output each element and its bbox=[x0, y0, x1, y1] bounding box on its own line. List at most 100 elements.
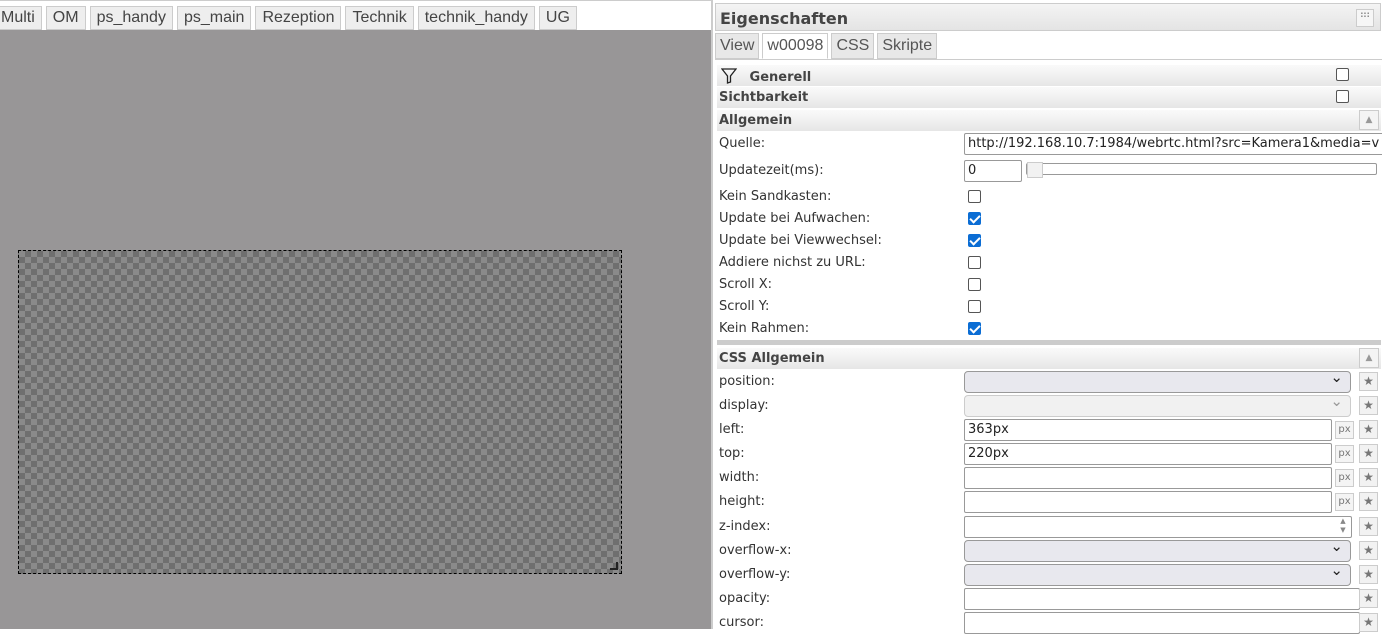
star-icon[interactable]: ★ bbox=[1359, 396, 1378, 415]
overflow-x-select[interactable] bbox=[964, 537, 1351, 562]
width-label: width: bbox=[719, 470, 760, 485]
row-checkbox-option: Kein Sandkasten: bbox=[719, 186, 1379, 208]
star-icon[interactable]: ★ bbox=[1359, 541, 1378, 560]
view-tab-multi[interactable]: Multi bbox=[0, 6, 42, 30]
row-checkbox-option: Update bei Aufwachen: bbox=[719, 208, 1379, 230]
view-tab-rezeption[interactable]: Rezeption bbox=[255, 6, 342, 30]
top-label: top: bbox=[719, 446, 745, 461]
unit-button[interactable]: px bbox=[1335, 445, 1354, 463]
height-input[interactable] bbox=[964, 491, 1332, 513]
filter-icon[interactable] bbox=[720, 68, 738, 84]
position-label: position: bbox=[719, 374, 775, 389]
tab-view[interactable]: View bbox=[715, 33, 760, 59]
opacity-input[interactable] bbox=[964, 588, 1360, 610]
option-label: Addiere nichst zu URL: bbox=[719, 255, 866, 270]
z-index-input[interactable] bbox=[964, 516, 1352, 538]
section-generell-label: Generell bbox=[749, 70, 812, 85]
overflow-y-label: overflow-y: bbox=[719, 567, 791, 582]
option-checkbox[interactable] bbox=[968, 234, 981, 247]
selected-iframe-widget[interactable] bbox=[18, 250, 622, 574]
star-icon[interactable]: ★ bbox=[1359, 589, 1378, 608]
section-sichtbarkeit[interactable]: Sichtbarkeit bbox=[717, 87, 1381, 108]
updatezeit-input[interactable]: 0 bbox=[964, 160, 1022, 182]
cursor-input[interactable] bbox=[964, 612, 1360, 634]
row-display: display: ★ bbox=[719, 392, 1379, 417]
option-label: Scroll Y: bbox=[719, 299, 770, 314]
overflow-y-select[interactable] bbox=[964, 561, 1351, 586]
updatezeit-label: Updatezeit(ms): bbox=[719, 163, 824, 178]
quelle-label: Quelle: bbox=[719, 136, 766, 151]
star-icon[interactable]: ★ bbox=[1359, 565, 1378, 584]
top-input[interactable]: 220px bbox=[964, 443, 1332, 465]
tab-widget[interactable]: w00098 bbox=[762, 33, 829, 59]
collapse-icon[interactable]: ▲ bbox=[1359, 110, 1379, 130]
tab-css[interactable]: CSS bbox=[831, 33, 875, 59]
star-icon[interactable]: ★ bbox=[1359, 420, 1378, 439]
width-input[interactable] bbox=[964, 467, 1332, 489]
properties-panel: Eigenschaften::: View w00098 CSS Skripte… bbox=[711, 0, 1382, 634]
option-checkbox[interactable] bbox=[968, 190, 981, 203]
section-generell[interactable]: Generell bbox=[717, 65, 1381, 86]
section-css-allgemein-label: CSS Allgemein bbox=[719, 351, 825, 366]
star-icon[interactable]: ★ bbox=[1359, 613, 1378, 632]
overflow-x-label: overflow-x: bbox=[719, 543, 792, 558]
collapse-icon[interactable]: ▲ bbox=[1359, 348, 1379, 368]
view-tab-ps-main[interactable]: ps_main bbox=[176, 6, 252, 30]
updatezeit-slider[interactable] bbox=[1026, 162, 1377, 178]
view-tab-technik-handy[interactable]: technik_handy bbox=[417, 6, 535, 30]
row-position: position: ★ bbox=[719, 368, 1379, 393]
tab-skripte[interactable]: Skripte bbox=[877, 33, 938, 59]
cursor-label: cursor: bbox=[719, 615, 764, 630]
star-icon[interactable]: ★ bbox=[1359, 517, 1378, 536]
spinner-icon[interactable]: ▲ ▼ bbox=[1336, 517, 1350, 537]
row-width: width: px ★ bbox=[719, 467, 1379, 489]
view-tab-technik[interactable]: Technik bbox=[345, 6, 414, 30]
row-checkbox-option: Update bei Viewwechsel: bbox=[719, 230, 1379, 252]
row-checkbox-option: Addiere nichst zu URL: bbox=[719, 252, 1379, 274]
option-checkbox[interactable] bbox=[968, 300, 981, 313]
view-tab-ug[interactable]: UG bbox=[538, 6, 577, 30]
view-tab-bar: Multi OM ps_handy ps_main Rezeption Tech… bbox=[0, 0, 711, 30]
panel-title: Eigenschaften::: bbox=[715, 3, 1381, 31]
generell-checkbox[interactable] bbox=[1336, 68, 1349, 81]
divider bbox=[717, 340, 1381, 345]
sichtbarkeit-checkbox[interactable] bbox=[1336, 90, 1349, 103]
star-icon[interactable]: ★ bbox=[1359, 492, 1378, 511]
unit-button[interactable]: px bbox=[1335, 421, 1354, 439]
view-tab-ps-handy[interactable]: ps_handy bbox=[89, 6, 173, 30]
star-icon[interactable]: ★ bbox=[1359, 444, 1378, 463]
panel-menu-button[interactable]: ::: bbox=[1356, 9, 1374, 27]
display-select[interactable] bbox=[964, 392, 1351, 417]
left-input[interactable]: 363px bbox=[964, 419, 1332, 441]
row-overflow-y: overflow-y: ★ bbox=[719, 561, 1379, 586]
row-checkbox-option: Kein Rahmen: bbox=[719, 318, 1379, 340]
section-allgemein-label: Allgemein bbox=[719, 113, 793, 128]
resize-handle[interactable] bbox=[610, 562, 618, 570]
option-checkbox[interactable] bbox=[968, 322, 981, 335]
option-label: Scroll X: bbox=[719, 277, 773, 292]
option-label: Kein Sandkasten: bbox=[719, 189, 832, 204]
panel-title-text: Eigenschaften bbox=[720, 9, 849, 28]
row-updatezeit: Updatezeit(ms): 0 bbox=[719, 160, 1379, 182]
row-cursor: cursor: ★ bbox=[719, 612, 1379, 634]
height-label: height: bbox=[719, 494, 765, 509]
view-tab-om[interactable]: OM bbox=[45, 6, 86, 30]
section-allgemein[interactable]: Allgemein ▲ bbox=[717, 110, 1381, 131]
option-checkbox[interactable] bbox=[968, 278, 981, 291]
section-sichtbarkeit-label: Sichtbarkeit bbox=[719, 90, 809, 105]
opacity-label: opacity: bbox=[719, 591, 771, 606]
option-label: Update bei Aufwachen: bbox=[719, 211, 871, 226]
quelle-input[interactable]: http://192.168.10.7:1984/webrtc.html?src… bbox=[964, 133, 1382, 155]
option-checkbox[interactable] bbox=[968, 256, 981, 269]
z-index-label: z-index: bbox=[719, 519, 771, 534]
unit-button[interactable]: px bbox=[1335, 469, 1354, 487]
row-left: left: 363px px ★ bbox=[719, 419, 1379, 441]
unit-button[interactable]: px bbox=[1335, 493, 1354, 511]
position-select[interactable] bbox=[964, 368, 1351, 393]
option-checkbox[interactable] bbox=[968, 212, 981, 225]
row-top: top: 220px px ★ bbox=[719, 443, 1379, 465]
section-css-allgemein[interactable]: CSS Allgemein ▲ bbox=[717, 348, 1381, 369]
slider-handle[interactable] bbox=[1027, 162, 1043, 178]
star-icon[interactable]: ★ bbox=[1359, 372, 1378, 391]
star-icon[interactable]: ★ bbox=[1359, 468, 1378, 487]
